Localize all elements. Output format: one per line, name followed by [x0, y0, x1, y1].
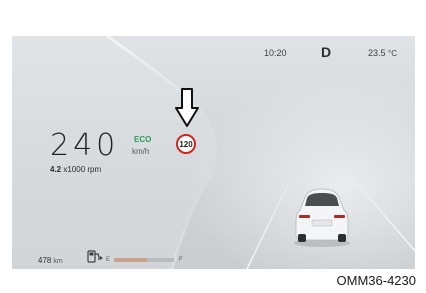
gear-indicator: D [321, 44, 332, 60]
status-bar: 10:20 D 23.5 °C [12, 36, 415, 64]
temperature-unit: °C [388, 49, 398, 58]
driving-range: 478 km [38, 256, 63, 265]
lane-line-right [341, 165, 415, 252]
speed-value: 240 [50, 128, 120, 163]
speed-limit-sign: 120 [176, 134, 196, 154]
car-rear-icon [294, 188, 350, 247]
drive-mode-eco: ECO [134, 135, 152, 144]
rpm-value: 4.2 [50, 165, 62, 174]
range-unit: km [53, 258, 63, 265]
fuel-gauge-bar [114, 258, 174, 262]
fuel-empty-label: E [106, 257, 111, 263]
fuel-pump-icon [87, 250, 103, 263]
speed-unit: km/h [132, 147, 150, 156]
fuel-gauge-fill [114, 258, 147, 262]
temperature-value: 23.5 [368, 48, 386, 58]
rpm-unit: x1000 rpm [63, 165, 102, 174]
outside-temperature: 23.5 °C [368, 48, 397, 58]
lane-line-left [246, 165, 298, 269]
down-arrow-icon [175, 88, 199, 127]
figure-code: OMM36-4230 [336, 273, 416, 288]
cluster-display: 10:20 D 23.5 °C 240 ECO km/h 4.2 x1000 r… [12, 36, 415, 269]
clock: 10:20 [264, 48, 287, 58]
range-value: 478 [38, 256, 52, 265]
rpm-readout: 4.2 x1000 rpm [50, 165, 101, 174]
fuel-full-label: F [179, 257, 183, 263]
